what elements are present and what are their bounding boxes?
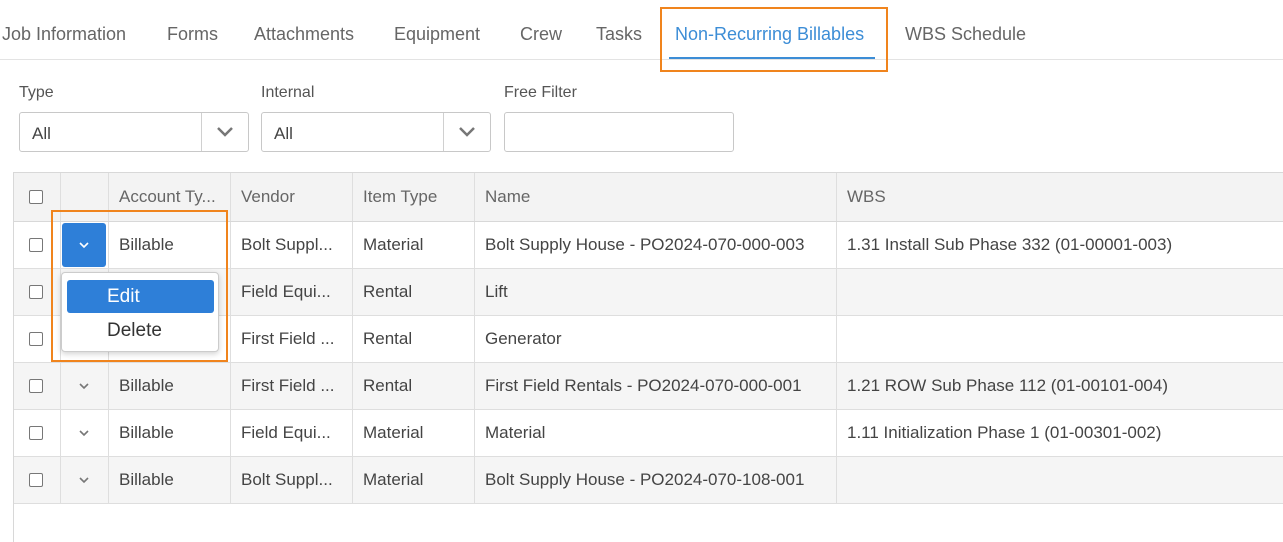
row-actions-button[interactable] <box>61 363 107 409</box>
row-select-cell <box>14 457 61 503</box>
menu-item-edit[interactable]: Edit <box>67 280 214 313</box>
cell-item-type: Material <box>353 222 475 268</box>
table-row[interactable]: Billable First Field ... Rental First Fi… <box>14 363 1283 410</box>
row-actions-button[interactable] <box>61 410 107 456</box>
tab-non-recurring-billables[interactable]: Non-Recurring Billables <box>675 24 864 45</box>
chevron-down-icon <box>79 477 89 484</box>
internal-filter-label: Internal <box>261 84 315 101</box>
cell-name: Generator <box>475 316 837 362</box>
tab-job-information[interactable]: Job Information <box>2 24 126 45</box>
table-row[interactable]: Billable Bolt Suppl... Material Bolt Sup… <box>14 222 1283 269</box>
row-expand-cell <box>61 222 109 268</box>
cell-wbs: 1.31 Install Sub Phase 332 (01-00001-003… <box>847 235 1173 254</box>
tab-forms[interactable]: Forms <box>167 24 218 45</box>
type-filter-select[interactable]: All <box>19 112 249 152</box>
menu-item-delete[interactable]: Delete <box>67 314 214 347</box>
free-filter-label: Free Filter <box>504 84 577 101</box>
internal-filter-select[interactable]: All <box>261 112 491 152</box>
chevron-down-icon <box>79 430 89 437</box>
active-tab-indicator <box>669 57 875 59</box>
cell-item-type: Rental <box>353 269 475 315</box>
cell-wbs <box>837 269 1283 315</box>
row-expand-cell <box>61 363 109 409</box>
row-actions-button[interactable] <box>61 457 107 503</box>
cell-wbs: 1.21 ROW Sub Phase 112 (01-00101-004) <box>847 376 1168 395</box>
column-header-wbs[interactable]: WBS <box>837 173 1283 221</box>
cell-item-type: Material <box>353 410 475 456</box>
cell-account-type: Billable <box>109 457 231 503</box>
row-select-cell <box>14 316 61 362</box>
column-header-name[interactable]: Name <box>475 173 837 221</box>
cell-wbs: 1.11 Initialization Phase 1 (01-00301-00… <box>847 423 1162 442</box>
table-row[interactable]: Billable Field Equi... Material Material… <box>14 410 1283 457</box>
type-filter-label: Type <box>19 84 54 101</box>
row-select-cell <box>14 410 61 456</box>
row-actions-menu: Edit Delete <box>61 272 219 352</box>
column-header-account-type[interactable]: Account Ty... <box>109 173 231 221</box>
select-divider <box>443 113 444 151</box>
cell-item-type: Rental <box>353 316 475 362</box>
cell-item-type: Rental <box>353 363 475 409</box>
cell-account-type: Billable <box>109 363 231 409</box>
tab-crew[interactable]: Crew <box>520 24 562 45</box>
row-select-cell <box>14 269 61 315</box>
cell-vendor: Field Equi... <box>231 269 353 315</box>
tab-attachments[interactable]: Attachments <box>254 24 354 45</box>
cell-vendor: First Field ... <box>231 363 353 409</box>
row-select-cell <box>14 222 61 268</box>
internal-filter-value: All <box>274 124 293 143</box>
chevron-down-icon <box>79 242 89 249</box>
cell-wbs <box>837 316 1283 362</box>
row-expand-cell <box>61 457 109 503</box>
row-checkbox[interactable] <box>29 285 43 299</box>
select-all-checkbox[interactable] <box>29 190 43 204</box>
header-expand-cell <box>61 173 109 221</box>
cell-vendor: Bolt Suppl... <box>231 222 353 268</box>
column-header-item-type[interactable]: Item Type <box>353 173 475 221</box>
row-checkbox[interactable] <box>29 238 43 252</box>
cell-vendor: First Field ... <box>231 316 353 362</box>
cell-name: Bolt Supply House - PO2024-070-108-001 <box>475 457 837 503</box>
column-header-vendor[interactable]: Vendor <box>231 173 353 221</box>
cell-name: Bolt Supply House - PO2024-070-000-003 <box>475 222 837 268</box>
tab-tasks[interactable]: Tasks <box>596 24 642 45</box>
cell-name: Lift <box>475 269 837 315</box>
cell-wbs <box>837 457 1283 503</box>
chevron-down-icon <box>217 127 233 137</box>
header-select-cell <box>14 173 61 221</box>
row-select-cell <box>14 363 61 409</box>
free-filter-input[interactable] <box>504 112 734 152</box>
cell-vendor: Field Equi... <box>231 410 353 456</box>
tab-bar: Job Information Forms Attachments Equipm… <box>0 0 1283 60</box>
row-checkbox[interactable] <box>29 379 43 393</box>
row-actions-button[interactable] <box>62 223 106 267</box>
billables-grid: Account Ty... Vendor Item Type Name WBS … <box>13 172 1283 542</box>
table-row[interactable]: Billable Bolt Suppl... Material Bolt Sup… <box>14 457 1283 504</box>
tab-equipment[interactable]: Equipment <box>394 24 480 45</box>
cell-name: Material <box>475 410 837 456</box>
cell-account-type: Billable <box>109 222 231 268</box>
row-expand-cell <box>61 410 109 456</box>
type-filter-value: All <box>32 124 51 143</box>
cell-account-type: Billable <box>109 410 231 456</box>
row-checkbox[interactable] <box>29 473 43 487</box>
cell-name: First Field Rentals - PO2024-070-000-001 <box>475 363 837 409</box>
tab-wbs-schedule[interactable]: WBS Schedule <box>905 24 1026 45</box>
select-divider <box>201 113 202 151</box>
chevron-down-icon <box>459 127 475 137</box>
cell-item-type: Material <box>353 457 475 503</box>
row-checkbox[interactable] <box>29 332 43 346</box>
cell-vendor: Bolt Suppl... <box>231 457 353 503</box>
row-checkbox[interactable] <box>29 426 43 440</box>
grid-header: Account Ty... Vendor Item Type Name WBS <box>14 173 1283 222</box>
chevron-down-icon <box>79 383 89 390</box>
